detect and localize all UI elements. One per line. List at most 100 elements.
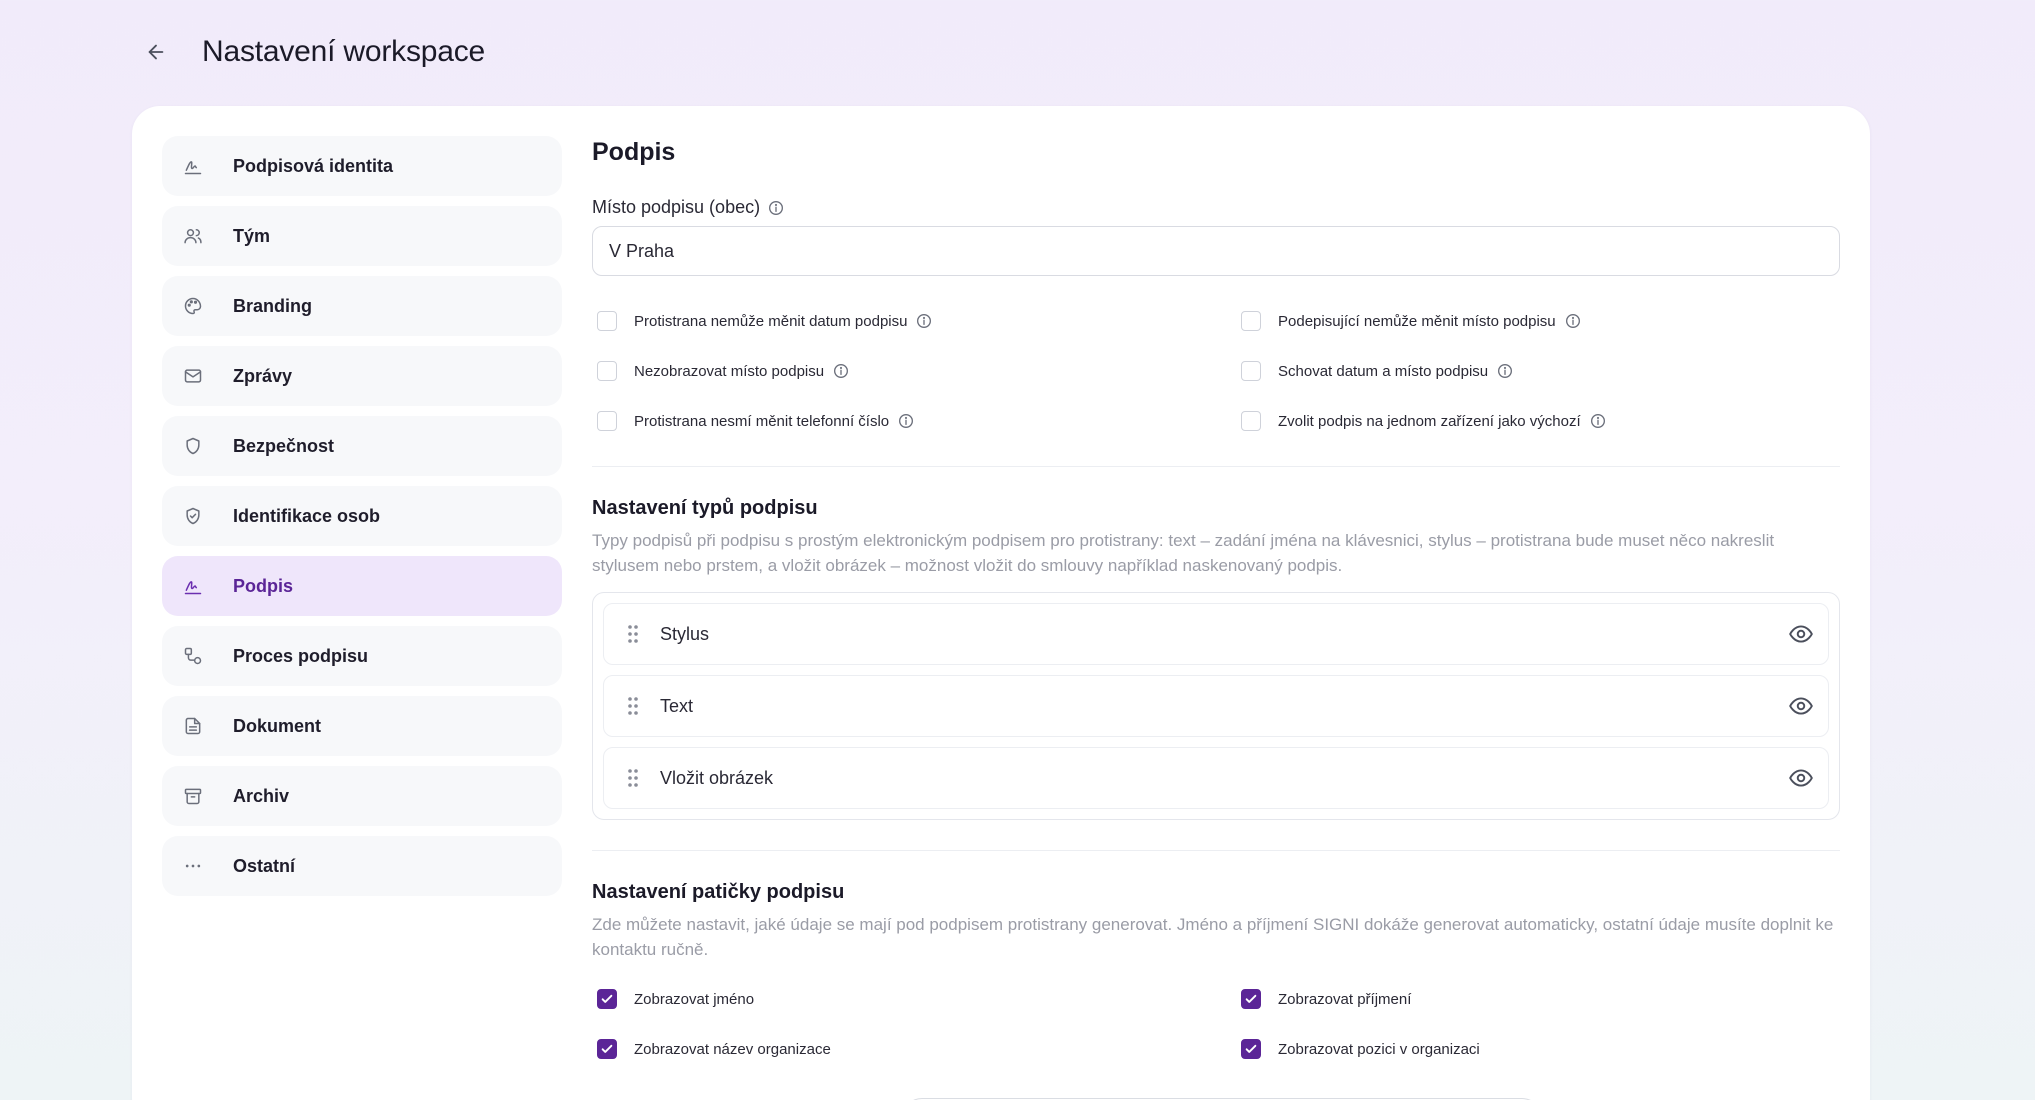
sidebar-item-podpis[interactable]: Podpis xyxy=(162,556,562,616)
types-title: Nastavení typů podpisu xyxy=(592,497,818,519)
check-icon xyxy=(601,1044,613,1053)
drag-handle-icon[interactable] xyxy=(626,623,640,645)
divider xyxy=(592,466,1840,467)
eye-icon[interactable] xyxy=(1788,621,1814,647)
shield-icon xyxy=(182,435,204,457)
check-icon xyxy=(601,994,613,1003)
signature-options: Protistrana nemůže měnit datum podpisu P… xyxy=(592,310,1842,432)
option-row: Protistrana nesmí měnit telefonní číslo xyxy=(592,410,1236,432)
eye-icon[interactable] xyxy=(1788,765,1814,791)
document-icon xyxy=(182,715,204,737)
sidebar-item-label: Podpisová identita xyxy=(233,155,394,176)
sidebar-item-bezpecnost[interactable]: Bezpečnost xyxy=(162,416,562,476)
info-icon[interactable] xyxy=(1565,313,1581,329)
back-button[interactable] xyxy=(140,36,172,68)
info-icon[interactable] xyxy=(833,363,849,379)
option-label: Zobrazovat pozici v organizaci xyxy=(1278,1040,1480,1058)
option-label: Nezobrazovat místo podpisu xyxy=(634,362,825,380)
option-row: Nezobrazovat místo podpisu xyxy=(592,360,1236,382)
sidebar-item-zpravy[interactable]: Zprávy xyxy=(162,346,562,406)
check-icon xyxy=(1245,994,1257,1003)
option-label: Zobrazovat příjmení xyxy=(1278,990,1412,1008)
settings-sidebar: Podpisová identita Tým Branding Zprávy B… xyxy=(162,136,562,906)
footer-options: Zobrazovat jméno Zobrazovat příjmení Zob… xyxy=(592,988,1842,1060)
option-row: Schovat datum a místo podpisu xyxy=(1236,360,1840,382)
sidebar-item-label: Zprávy xyxy=(233,365,293,386)
drag-handle-icon[interactable] xyxy=(626,695,640,717)
option-label: Zobrazovat jméno xyxy=(634,990,755,1008)
checkbox[interactable] xyxy=(1241,989,1261,1009)
types-description: Typy podpisů při podpisu s prostým elekt… xyxy=(592,531,1775,575)
sidebar-item-proces-podpisu[interactable]: Proces podpisu xyxy=(162,626,562,686)
sidebar-item-identifikace-osob[interactable]: Identifikace osob xyxy=(162,486,562,546)
footer-option-row: Zobrazovat příjmení xyxy=(1236,988,1840,1010)
option-row: Podepisující nemůže měnit místo podpisu xyxy=(1236,310,1840,332)
page-title: Nastavení workspace xyxy=(202,35,486,68)
section-title: Podpis xyxy=(592,138,676,166)
checkbox[interactable] xyxy=(597,411,617,431)
signature-type-label: Text xyxy=(660,695,694,716)
divider xyxy=(592,850,1840,851)
sidebar-item-label: Tým xyxy=(233,225,271,246)
option-label: Protistrana nesmí měnit telefonní číslo xyxy=(634,412,890,430)
option-label: Protistrana nemůže měnit datum podpisu xyxy=(634,312,908,330)
sidebar-item-label: Archiv xyxy=(233,785,290,806)
checkbox[interactable] xyxy=(597,311,617,331)
option-label: Schovat datum a místo podpisu xyxy=(1278,362,1489,380)
info-icon[interactable] xyxy=(1497,363,1513,379)
signature-type-row: Stylus xyxy=(603,603,1829,665)
footer-option-row: Zobrazovat název organizace xyxy=(592,1038,1236,1060)
signature-types-list: Stylus Text Vložit obrázek xyxy=(592,592,1840,820)
sidebar-item-label: Ostatní xyxy=(233,855,296,876)
place-input[interactable] xyxy=(592,226,1840,276)
sidebar-item-label: Branding xyxy=(233,295,312,316)
signature-type-row: Text xyxy=(603,675,1829,737)
info-icon[interactable] xyxy=(898,413,914,429)
signature-icon xyxy=(182,155,204,177)
sidebar-item-podpisova-identita[interactable]: Podpisová identita xyxy=(162,136,562,196)
settings-card: Podpisová identita Tým Branding Zprávy B… xyxy=(132,106,1870,1100)
arrow-left-icon xyxy=(148,44,164,60)
signature-icon xyxy=(182,575,204,597)
option-label: Zvolit podpis na jednom zařízení jako vý… xyxy=(1278,412,1581,430)
shield-check-icon xyxy=(182,505,204,527)
footer-option-row: Zobrazovat pozici v organizaci xyxy=(1236,1038,1840,1060)
option-row: Protistrana nemůže měnit datum podpisu xyxy=(592,310,1236,332)
sidebar-item-label: Identifikace osob xyxy=(233,505,381,526)
signature-type-row: Vložit obrázek xyxy=(603,747,1829,809)
info-icon[interactable] xyxy=(1590,413,1606,429)
sidebar-item-label: Dokument xyxy=(233,715,322,736)
sidebar-item-tym[interactable]: Tým xyxy=(162,206,562,266)
sidebar-item-label: Bezpečnost xyxy=(233,435,335,456)
footer-title: Nastavení patičky podpisu xyxy=(592,881,845,903)
users-icon xyxy=(182,225,204,247)
footer-description: Zde můžete nastavit, jaké údaje se mají … xyxy=(592,915,1834,959)
checkbox[interactable] xyxy=(597,989,617,1009)
info-icon[interactable] xyxy=(768,200,784,216)
workflow-icon xyxy=(182,645,204,667)
eye-icon[interactable] xyxy=(1788,693,1814,719)
checkbox[interactable] xyxy=(1241,1039,1261,1059)
top-bar: Nastavení workspace xyxy=(140,28,485,76)
sidebar-item-archiv[interactable]: Archiv xyxy=(162,766,562,826)
mail-icon xyxy=(182,365,204,387)
checkbox[interactable] xyxy=(597,1039,617,1059)
more-icon xyxy=(182,855,204,877)
option-label: Podepisující nemůže měnit místo podpisu xyxy=(1278,312,1556,330)
checkbox[interactable] xyxy=(1241,411,1261,431)
sidebar-item-dokument[interactable]: Dokument xyxy=(162,696,562,756)
sidebar-item-label: Podpis xyxy=(233,575,294,596)
info-icon[interactable] xyxy=(916,313,932,329)
checkbox[interactable] xyxy=(597,361,617,381)
sidebar-item-label: Proces podpisu xyxy=(233,645,369,666)
archive-icon xyxy=(182,785,204,807)
sidebar-item-ostatni[interactable]: Ostatní xyxy=(162,836,562,896)
place-field-label: Místo podpisu (obec) xyxy=(592,197,1842,218)
option-label: Zobrazovat název organizace xyxy=(634,1040,831,1058)
signature-type-label: Stylus xyxy=(660,623,710,644)
checkbox[interactable] xyxy=(1241,361,1261,381)
checkbox[interactable] xyxy=(1241,311,1261,331)
drag-handle-icon[interactable] xyxy=(626,767,640,789)
sidebar-item-branding[interactable]: Branding xyxy=(162,276,562,336)
footer-option-row: Zobrazovat jméno xyxy=(592,988,1236,1010)
